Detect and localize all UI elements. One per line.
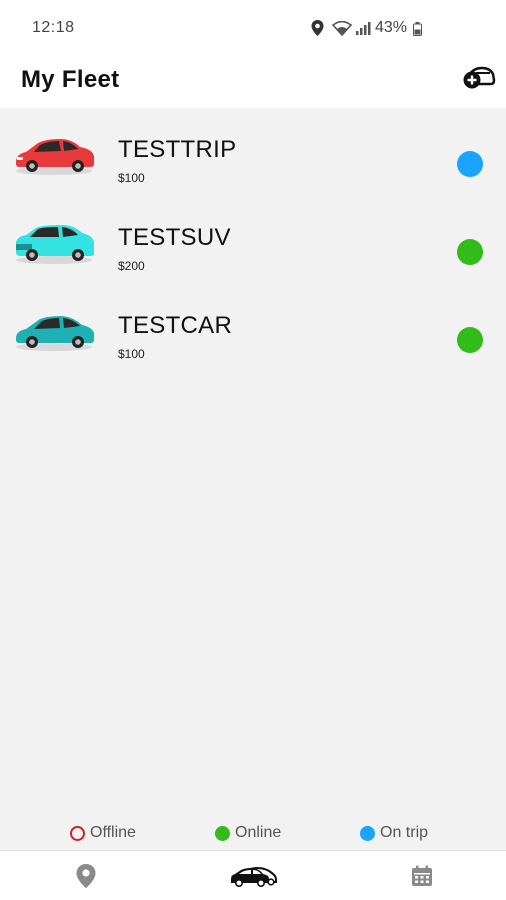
car-name: TESTSUV	[118, 224, 231, 251]
fleet-item-testsuv[interactable]: TESTSUV $200	[0, 196, 506, 284]
add-car-button[interactable]	[460, 64, 496, 94]
car-name: TESTTRIP	[118, 136, 237, 163]
map-pin-icon	[76, 864, 96, 888]
legend-online: Online	[215, 824, 281, 842]
battery-icon	[413, 22, 422, 41]
car-name: TESTCAR	[118, 312, 233, 339]
status-dot-on-trip	[457, 151, 483, 177]
bottom-nav	[0, 850, 506, 900]
online-dot-icon	[215, 825, 230, 841]
legend-label: Offline	[90, 824, 136, 841]
status-bar: 12:18 43%	[0, 0, 506, 50]
nav-fleet[interactable]	[229, 861, 277, 891]
car-image	[16, 316, 94, 351]
car-price: $100	[118, 171, 145, 185]
legend-label: On trip	[380, 824, 429, 841]
status-legend: Offline Online On trip	[0, 818, 506, 848]
nav-map[interactable]	[72, 861, 100, 891]
fleet-list: TESTTRIP $100 TESTSUV $200 TESTCAR $100	[0, 108, 506, 372]
wifi-icon	[331, 20, 353, 41]
status-dot-online	[457, 239, 483, 265]
calendar-icon	[412, 865, 432, 886]
legend-offline: Offline	[70, 824, 136, 842]
offline-ring-icon	[70, 825, 85, 841]
car-image	[16, 139, 94, 175]
nav-calendar[interactable]	[409, 861, 435, 891]
add-car-icon	[463, 66, 496, 89]
legend-on-trip: On trip	[360, 824, 428, 842]
status-dot-online	[457, 327, 483, 353]
app-header: My Fleet	[0, 50, 506, 108]
car-price: $200	[118, 259, 145, 273]
fleet-cars-icon	[231, 866, 277, 887]
car-image	[16, 225, 94, 264]
fleet-item-testtrip[interactable]: TESTTRIP $100	[0, 108, 506, 196]
location-icon	[311, 20, 324, 41]
status-time: 12:18	[32, 19, 75, 36]
page-title: My Fleet	[21, 66, 120, 93]
on-trip-dot-icon	[360, 825, 375, 841]
legend-label: Online	[235, 824, 282, 841]
battery-percent: 43%	[375, 19, 408, 36]
signal-icon	[355, 21, 371, 41]
car-price: $100	[118, 347, 145, 361]
fleet-item-testcar[interactable]: TESTCAR $100	[0, 284, 506, 372]
